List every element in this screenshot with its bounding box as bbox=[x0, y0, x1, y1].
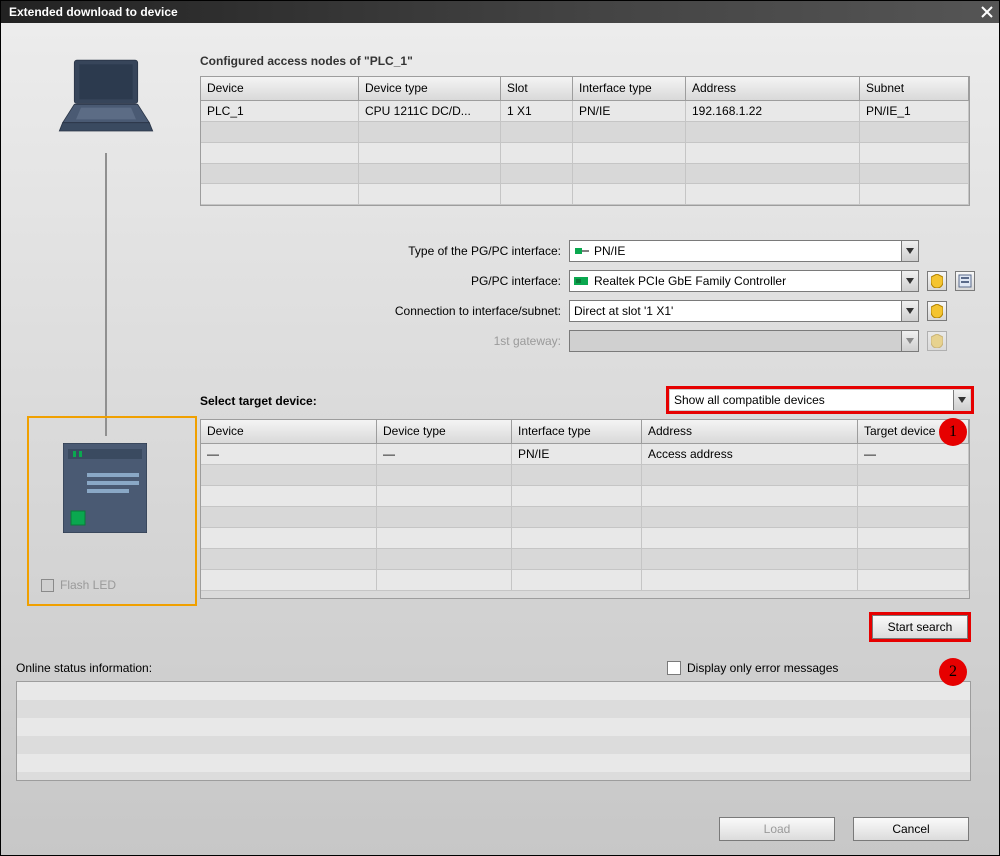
col-slot: Slot bbox=[501, 77, 573, 101]
chevron-down-icon[interactable] bbox=[901, 271, 918, 291]
col-iftype: Interface type bbox=[512, 420, 642, 444]
shield-icon[interactable] bbox=[927, 301, 947, 321]
chevron-down-icon[interactable] bbox=[901, 301, 918, 321]
start-search-button[interactable]: Start search bbox=[872, 615, 968, 639]
display-errors-checkbox[interactable]: Display only error messages bbox=[667, 661, 838, 675]
checkbox-icon bbox=[667, 661, 681, 675]
col-type: Device type bbox=[359, 77, 501, 101]
col-address: Address bbox=[642, 420, 858, 444]
window-title: Extended download to device bbox=[9, 5, 178, 19]
col-type: Device type bbox=[377, 420, 512, 444]
gateway-label: 1st gateway: bbox=[181, 334, 561, 348]
plc-icon bbox=[63, 443, 147, 533]
table-row[interactable]: — — PN/IE Access address — bbox=[201, 444, 969, 465]
configured-nodes-heading: Configured access nodes of "PLC_1" bbox=[200, 54, 413, 68]
status-list[interactable] bbox=[16, 681, 971, 781]
connection-select[interactable]: Direct at slot '1 X1' bbox=[569, 300, 919, 322]
chevron-down-icon[interactable] bbox=[901, 241, 918, 261]
cancel-button[interactable]: Cancel bbox=[853, 817, 969, 841]
nic-icon bbox=[574, 274, 590, 288]
col-subnet: Subnet bbox=[860, 77, 969, 101]
online-status-label: Online status information: bbox=[16, 661, 152, 675]
display-errors-label: Display only error messages bbox=[687, 661, 838, 675]
connection-label: Connection to interface/subnet: bbox=[181, 304, 561, 318]
properties-icon[interactable] bbox=[955, 271, 975, 291]
gateway-select bbox=[569, 330, 919, 352]
annotation-marker-1: 1 bbox=[939, 418, 967, 446]
configured-nodes-table: Device Device type Slot Interface type A… bbox=[200, 76, 970, 206]
title-bar: Extended download to device bbox=[1, 1, 999, 23]
flash-led-checkbox: Flash LED bbox=[41, 578, 116, 592]
checkbox-icon bbox=[41, 579, 54, 592]
shield-icon[interactable] bbox=[927, 271, 947, 291]
col-address: Address bbox=[686, 77, 860, 101]
col-device: Device bbox=[201, 77, 359, 101]
table-row[interactable]: PLC_1 CPU 1211C DC/D... 1 X1 PN/IE 192.1… bbox=[201, 101, 969, 122]
load-button: Load bbox=[719, 817, 835, 841]
device-filter-select[interactable]: Show all compatible devices bbox=[669, 389, 971, 411]
target-device-table: Device Device type Interface type Addres… bbox=[200, 419, 970, 599]
col-device: Device bbox=[201, 420, 377, 444]
filter-highlight-box: Show all compatible devices bbox=[666, 386, 974, 414]
pgpc-interface-label: PG/PC interface: bbox=[181, 274, 561, 288]
col-iftype: Interface type bbox=[573, 77, 686, 101]
close-icon[interactable] bbox=[979, 4, 995, 20]
select-target-label: Select target device: bbox=[200, 394, 317, 408]
pgpc-interface-select[interactable]: Realtek PCIe GbE Family Controller bbox=[569, 270, 919, 292]
type-pgpc-select[interactable]: PN/IE bbox=[569, 240, 919, 262]
chevron-down-icon bbox=[901, 331, 918, 351]
annotation-marker-2: 2 bbox=[939, 658, 967, 686]
laptop-icon bbox=[56, 56, 156, 135]
chevron-down-icon[interactable] bbox=[953, 390, 970, 410]
flash-led-label: Flash LED bbox=[60, 578, 116, 592]
type-pgpc-label: Type of the PG/PC interface: bbox=[181, 244, 561, 258]
start-search-highlight-box: Start search bbox=[869, 612, 971, 642]
connection-line bbox=[105, 153, 107, 436]
shield-icon bbox=[927, 331, 947, 351]
pnie-icon bbox=[574, 244, 590, 258]
